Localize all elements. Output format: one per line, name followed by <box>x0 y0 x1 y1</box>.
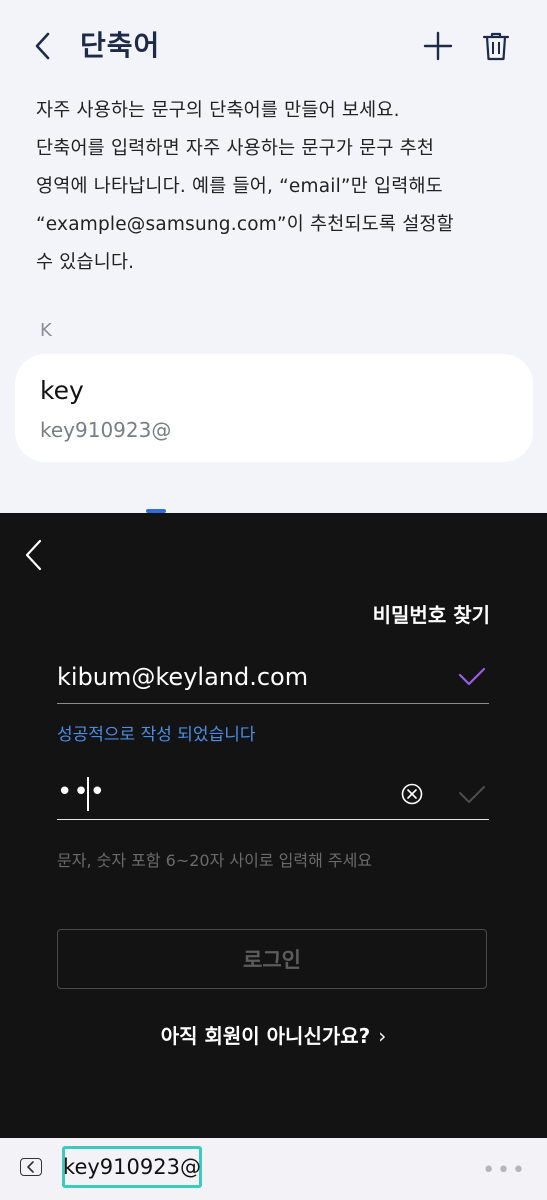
login-button[interactable]: 로그인 <box>57 929 487 989</box>
password-hint: 문자, 숫자 포함 6~20자 사이로 입력해 주세요 <box>57 851 373 870</box>
email-field[interactable]: kibum@keyland.com <box>57 653 489 704</box>
find-password-link[interactable]: 비밀번호 찾기 <box>373 599 490 628</box>
trash-icon <box>482 32 510 61</box>
app-header: 단축어 <box>0 0 547 92</box>
suggestion-chip[interactable]: key910923@ <box>62 1146 202 1188</box>
clear-circle-icon <box>401 783 423 805</box>
keyboard-back-button[interactable] <box>20 1158 42 1176</box>
back-button[interactable] <box>28 26 62 66</box>
login-overlay: 비밀번호 찾기 kibum@keyland.com 성공적으로 작성 되었습니다… <box>0 513 547 1138</box>
keyboard-suggestion-bar: key910923@ ••• <box>0 1138 547 1200</box>
clear-button[interactable] <box>399 781 425 807</box>
shortcuts-page: 단축어 자주 사용하는 문구의 단축어를 만들어 보세요. 단축어를 입력하면 … <box>0 0 547 513</box>
description-text: 자주 사용하는 문구의 단축어를 만들어 보세요. 단축어를 입력하면 자주 사… <box>36 100 454 273</box>
password-field[interactable]: ••• <box>57 771 489 820</box>
add-shortcut-button[interactable] <box>420 28 456 64</box>
email-value: kibum@keyland.com <box>57 663 309 691</box>
chevron-left-icon <box>35 32 50 60</box>
more-options-button[interactable]: ••• <box>482 1158 527 1183</box>
plus-icon <box>423 31 453 61</box>
delete-button[interactable] <box>478 28 514 64</box>
section-header: K <box>40 320 52 341</box>
chevron-left-icon <box>25 539 42 571</box>
success-message: 성공적으로 작성 되었습니다 <box>57 725 256 745</box>
check-icon <box>459 786 485 803</box>
shortcut-key: key <box>40 376 84 405</box>
signup-prompt: 아직 회원이 아니신가요? <box>160 1024 371 1048</box>
chevron-right-icon: › <box>378 1024 387 1048</box>
password-value: ••• <box>57 777 107 807</box>
signup-link[interactable]: 아직 회원이 아니신가요? › <box>0 1020 547 1049</box>
shortcut-item[interactable]: key key910923@ <box>15 354 533 462</box>
overlay-back-button[interactable] <box>20 535 50 575</box>
keyboard-back-icon <box>27 1161 34 1173</box>
text-cursor <box>87 777 89 811</box>
check-icon <box>458 667 486 686</box>
shortcut-phrase: key910923@ <box>40 418 172 442</box>
page-title: 단축어 <box>80 29 161 62</box>
